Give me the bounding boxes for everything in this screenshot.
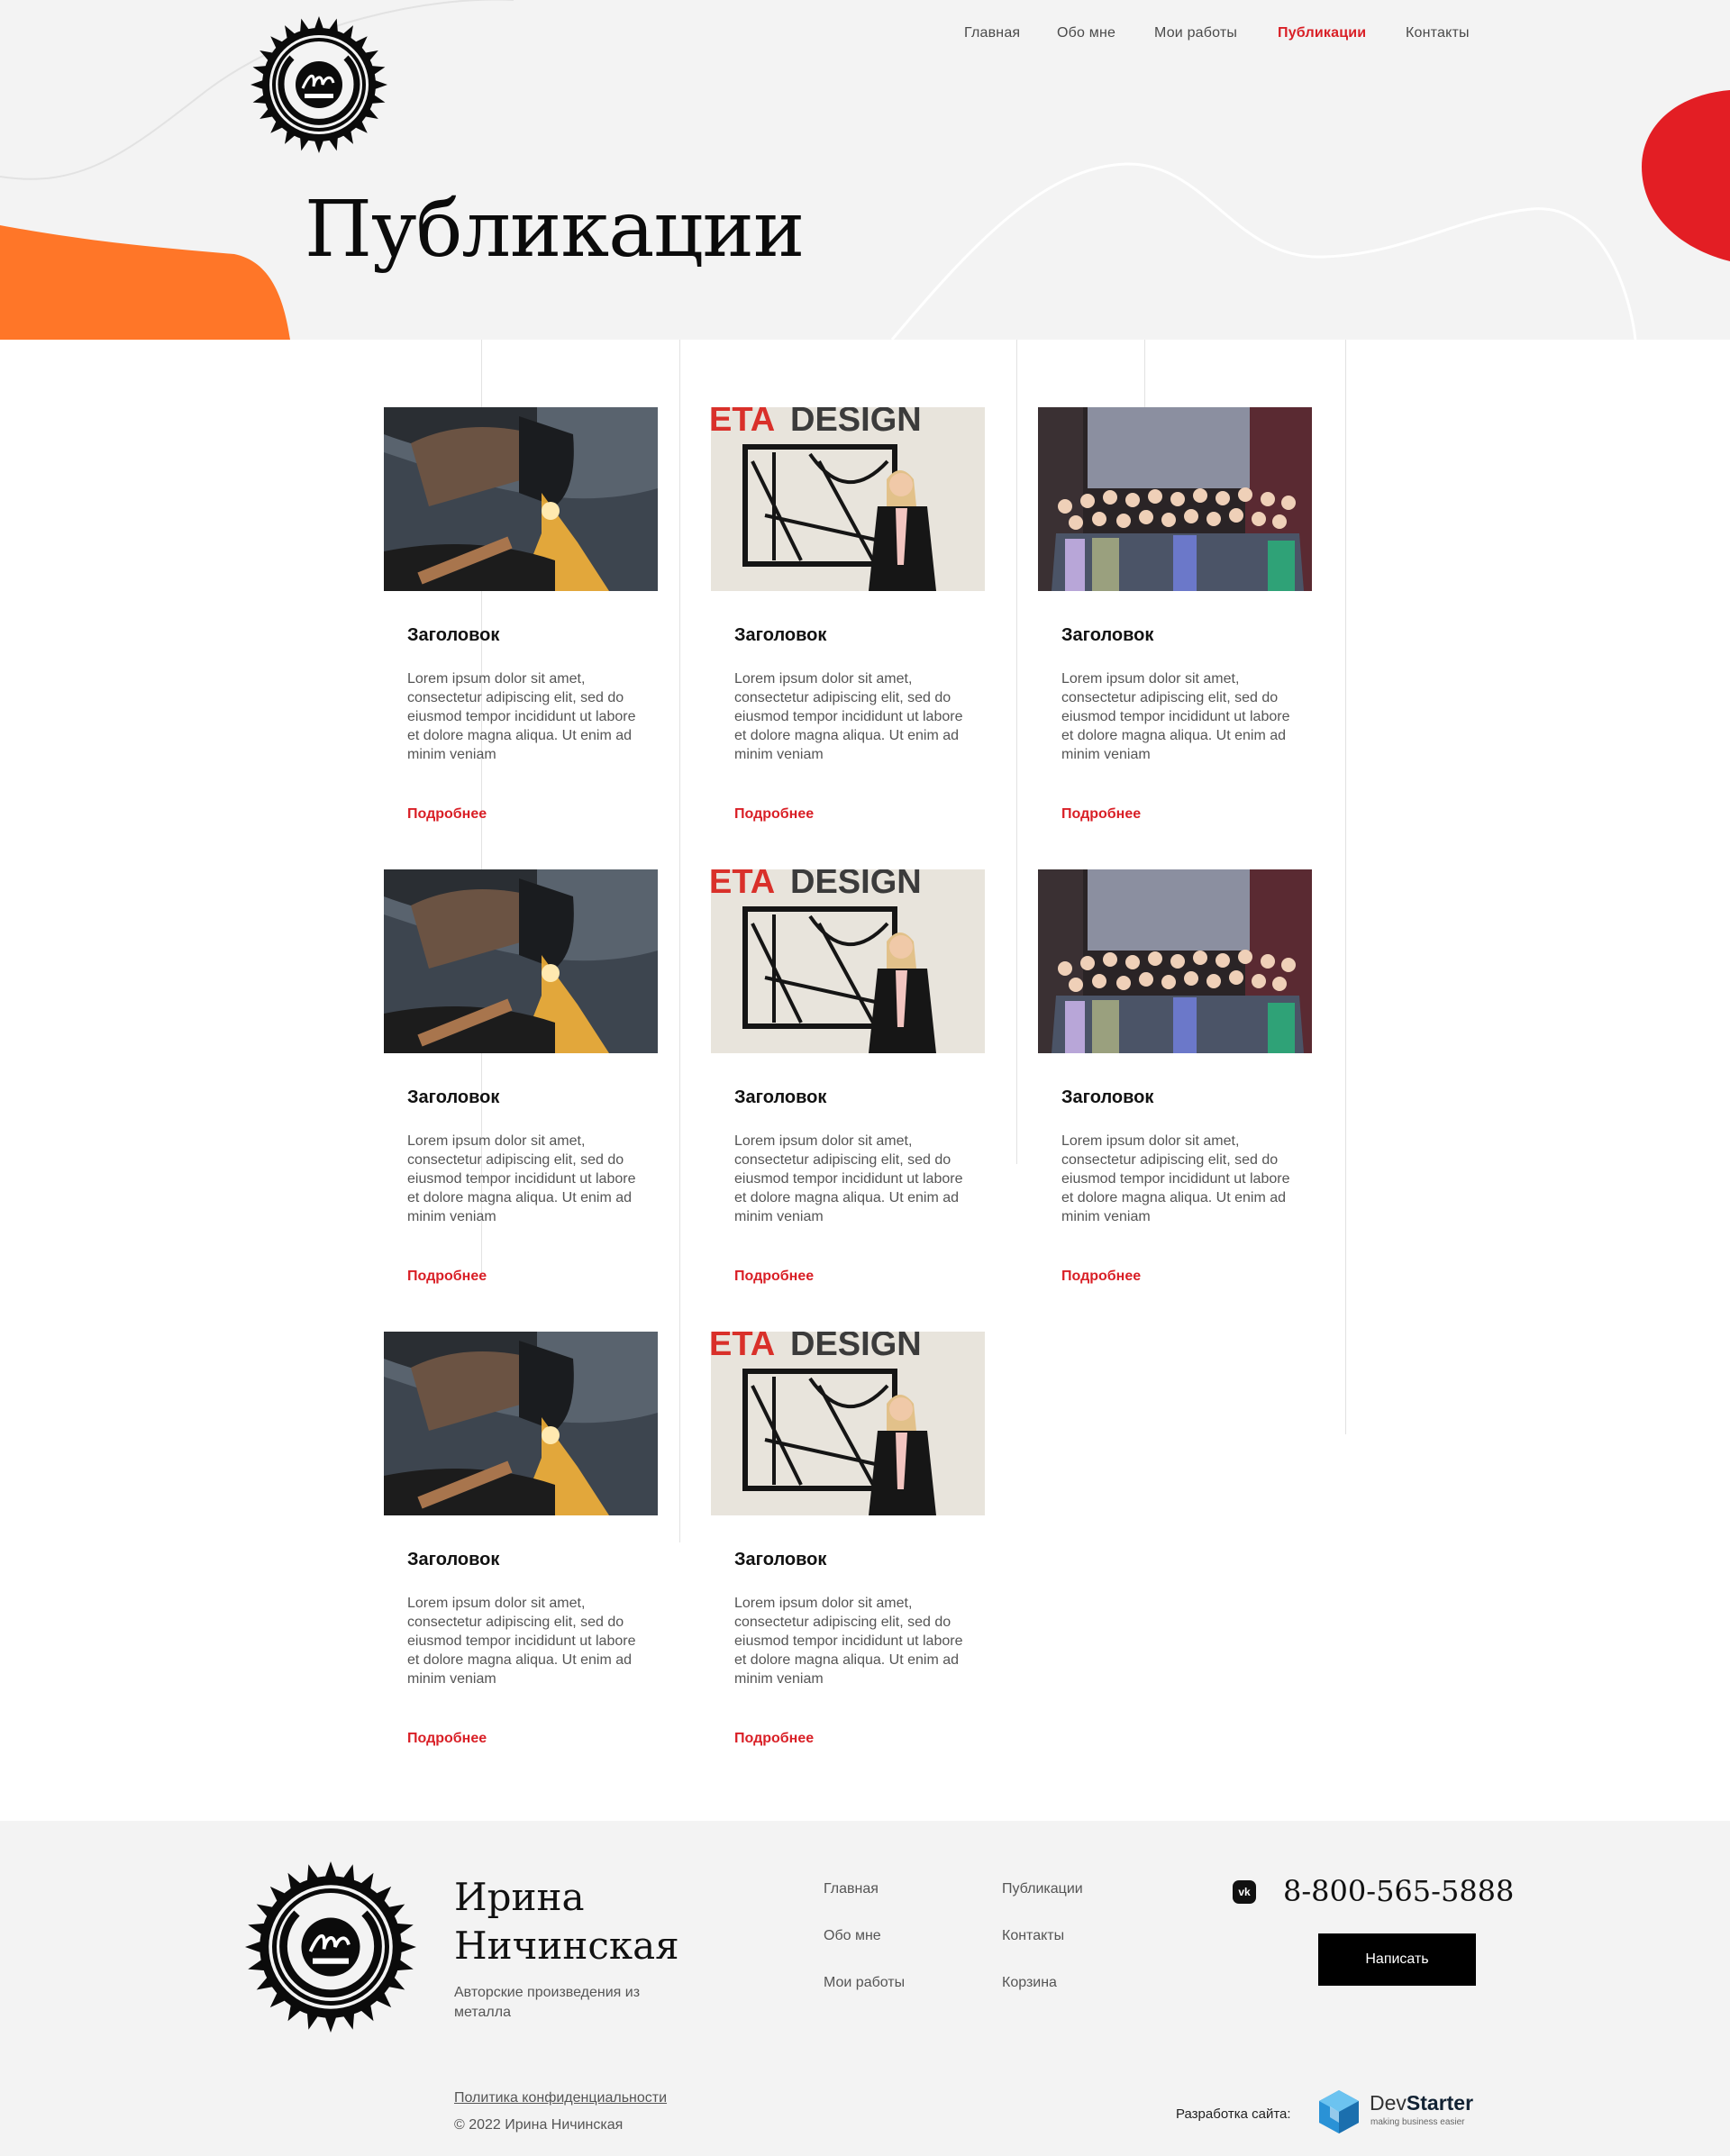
footer-nav-cart[interactable]: Корзина [1002,1975,1057,1991]
footer-nav-home[interactable]: Главная [824,1881,879,1897]
svg-text:DESIGN: DESIGN [790,869,922,901]
publication-card: ETA DESIGN Заголовок Lorem ipsum dolor s… [711,869,985,1302]
card-title: Заголовок [407,1550,500,1569]
card-more-link[interactable]: Подробнее [734,806,814,823]
hero-header: Главная Обо мне Мои работы Публикации Ко… [0,0,1730,340]
site-footer: Ирина Ничинская Авторские произведения и… [0,1821,1730,2156]
card-more-link[interactable]: Подробнее [1061,1269,1141,1285]
publication-card: Заголовок Lorem ipsum dolor sit amet, co… [1038,407,1312,840]
footer-nav-about[interactable]: Обо мне [824,1928,881,1944]
card-more-link[interactable]: Подробнее [407,806,487,823]
card-image-group-photo[interactable] [1038,407,1312,591]
svg-text:ETA: ETA [711,407,775,439]
publication-card: Заголовок Lorem ipsum dolor sit amet, co… [1038,869,1312,1302]
write-button[interactable]: Написать [1318,1933,1476,1986]
card-image-plasma-cutting[interactable] [384,869,658,1053]
card-description: Lorem ipsum dolor sit amet, consectetur … [407,1596,636,1687]
author-last-name: Ничинская [454,1924,679,1968]
card-title: Заголовок [1061,1087,1154,1107]
card-title: Заголовок [734,1550,827,1569]
divider-line [1345,340,1346,1434]
card-image-metadesign-portrait[interactable]: ETA DESIGN [711,407,985,591]
footer-nav-publications[interactable]: Публикации [1002,1881,1083,1897]
card-title: Заголовок [407,1087,500,1107]
svg-text:DESIGN: DESIGN [790,407,922,439]
footer-nav-contacts[interactable]: Контакты [1002,1928,1064,1944]
publication-card: ETA DESIGN Заголовок Lorem ipsum dolor s… [711,1332,985,1764]
card-more-link[interactable]: Подробнее [407,1731,487,1747]
copyright: © 2022 Ирина Ничинская [454,2117,624,2133]
card-description: Lorem ipsum dolor sit amet, consectetur … [734,1596,963,1687]
card-description: Lorem ipsum dolor sit amet, consectetur … [1061,1133,1290,1224]
footer-tagline: Авторские произведения из металла [454,1985,641,2020]
card-more-link[interactable]: Подробнее [734,1269,814,1285]
nav-item-about[interactable]: Обо мне [1057,25,1115,41]
devstarter-name-starter: Starter [1406,2091,1474,2115]
card-image-plasma-cutting[interactable] [384,1332,658,1515]
card-image-metadesign-portrait[interactable]: ETA DESIGN [711,1332,985,1515]
page-title: Публикации [305,185,805,275]
divider-line [679,340,680,1542]
card-description: Lorem ipsum dolor sit amet, consectetur … [734,1133,963,1224]
nav-item-works[interactable]: Мои работы [1154,25,1237,41]
divider-line [1016,340,1017,1164]
footer-nav-works[interactable]: Мои работы [824,1975,905,1991]
card-title: Заголовок [734,1087,827,1107]
devstarter-name-dev: Dev [1370,2091,1407,2115]
publication-card: Заголовок Lorem ipsum dolor sit amet, co… [384,407,658,840]
privacy-policy-link[interactable]: Политика конфиденциальности [454,2090,667,2106]
publication-card: Заголовок Lorem ipsum dolor sit amet, co… [384,869,658,1302]
publication-card: ETA DESIGN Заголовок Lorem ipsum dolor s… [711,407,985,840]
card-more-link[interactable]: Подробнее [734,1731,814,1747]
author-first-name: Ирина [454,1875,585,1919]
footer-phone[interactable]: 8-800-565-5888 [1283,1874,1514,1908]
nav-item-publications[interactable]: Публикации [1278,25,1366,41]
footer-logo[interactable] [245,1857,416,2037]
card-title: Заголовок [734,625,827,645]
card-description: Lorem ipsum dolor sit amet, consectetur … [407,671,636,762]
card-more-link[interactable]: Подробнее [407,1269,487,1285]
devstarter-slogan: making business easier [1370,2117,1465,2127]
card-title: Заголовок [407,625,500,645]
developer-label: Разработка сайта: [1176,2106,1291,2122]
card-description: Lorem ipsum dolor sit amet, consectetur … [1061,671,1290,762]
card-image-group-photo[interactable] [1038,869,1312,1053]
card-title: Заголовок [1061,625,1154,645]
card-description: Lorem ipsum dolor sit amet, consectetur … [734,671,963,762]
footer-author-name: Ирина Ничинская [454,1873,679,1970]
card-more-link[interactable]: Подробнее [1061,806,1141,823]
svg-text:ETA: ETA [711,1332,775,1363]
devstarter-name[interactable]: DevStarter [1370,2091,1473,2115]
publication-card: Заголовок Lorem ipsum dolor sit amet, co… [384,1332,658,1764]
card-image-metadesign-portrait[interactable]: ETA DESIGN [711,869,985,1053]
nav-item-home[interactable]: Главная [964,25,1020,41]
divider-line [1144,340,1145,407]
card-image-plasma-cutting[interactable] [384,407,658,591]
nav-item-contacts[interactable]: Контакты [1406,25,1470,41]
card-description: Lorem ipsum dolor sit amet, consectetur … [407,1133,636,1224]
svg-text:ETA: ETA [711,869,775,901]
main-nav: Главная Обо мне Мои работы Публикации Ко… [0,25,1730,52]
vk-icon[interactable]: vk [1233,1880,1256,1904]
svg-text:DESIGN: DESIGN [790,1332,922,1363]
